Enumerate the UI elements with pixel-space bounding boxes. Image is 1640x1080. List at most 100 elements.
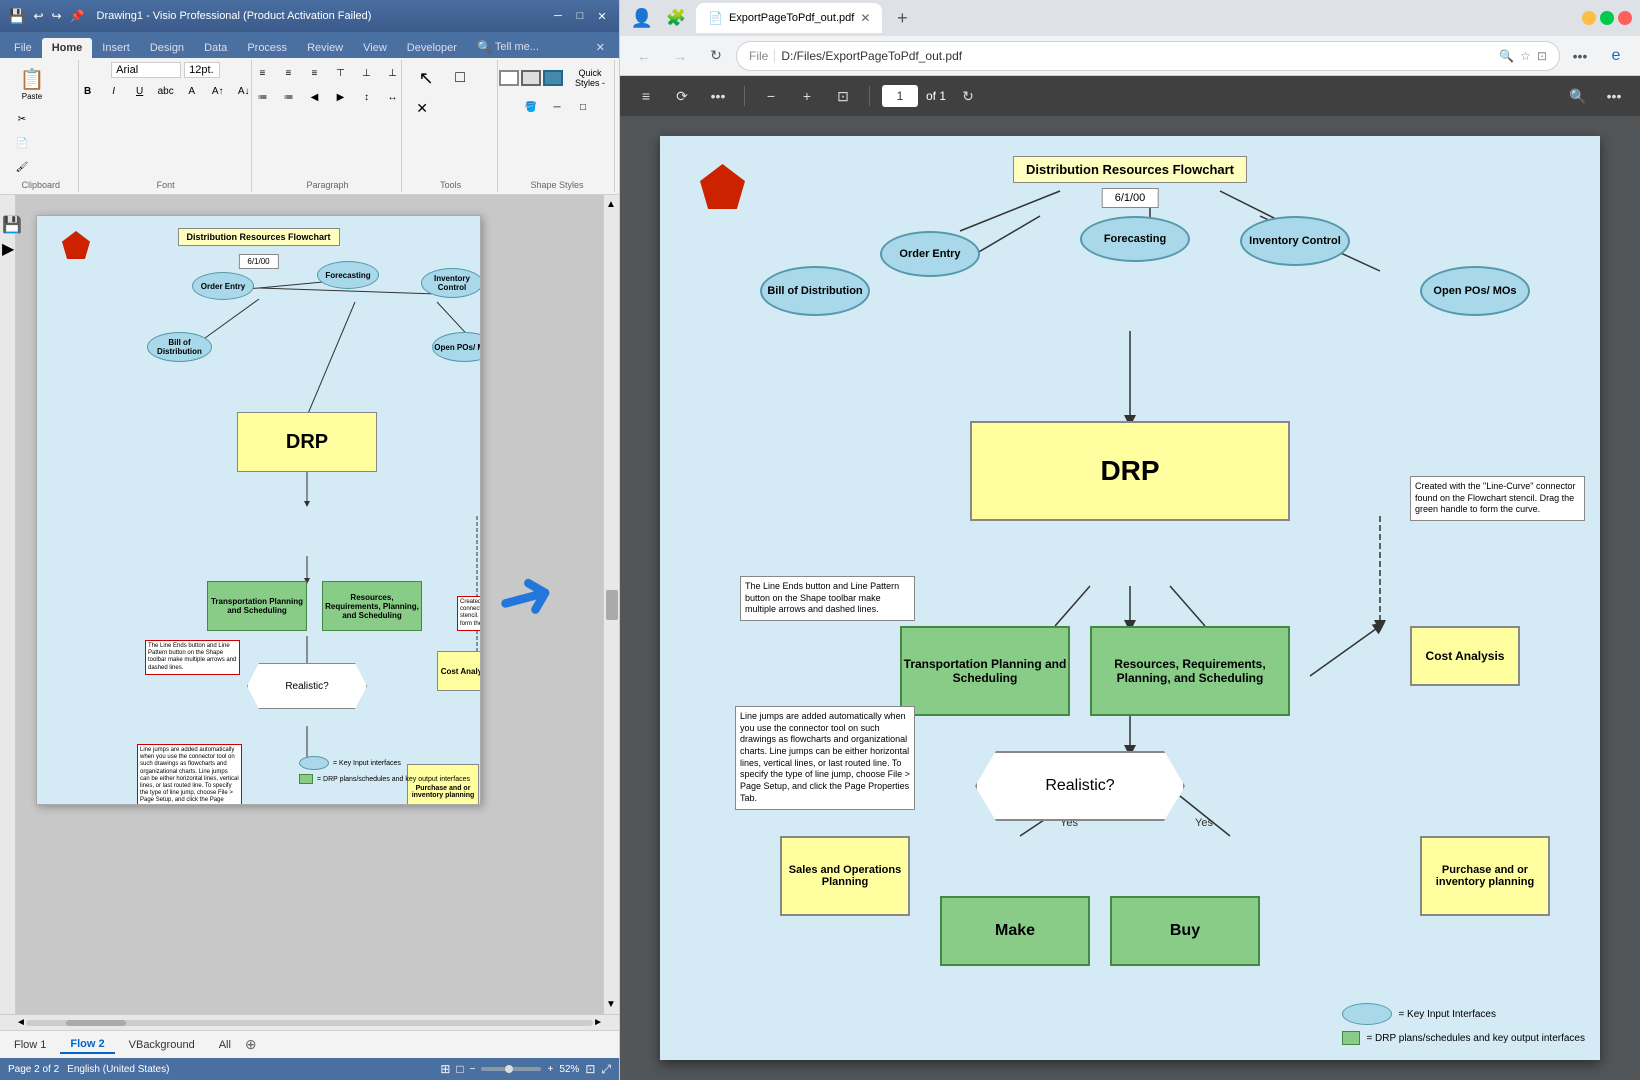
font-size-dropdown[interactable]: 12pt. bbox=[184, 62, 220, 78]
lg-resources[interactable]: Resources, Requirements, Planning, and S… bbox=[1090, 626, 1290, 716]
copy-button[interactable]: 📄 bbox=[10, 132, 34, 154]
vertical-scrollbar[interactable]: ▲ ▼ bbox=[603, 195, 619, 1014]
pdf-search-btn[interactable]: 🔍 bbox=[1564, 82, 1592, 110]
fullscreen-btn[interactable]: ⤢ bbox=[601, 1062, 611, 1077]
line-style[interactable]: ─ bbox=[545, 96, 569, 118]
scroll-left[interactable]: ◄ bbox=[16, 1017, 26, 1028]
lg-buy[interactable]: Buy bbox=[1110, 896, 1260, 966]
pin-icon[interactable]: 📌 bbox=[70, 9, 85, 23]
pdf-more2-btn[interactable]: ••• bbox=[1600, 82, 1628, 110]
bookmark-icon[interactable]: ☆ bbox=[1520, 49, 1531, 63]
tab-home[interactable]: Home bbox=[42, 38, 93, 58]
strikethrough-button[interactable]: abc bbox=[154, 80, 178, 102]
align-center[interactable]: ≡ bbox=[276, 62, 300, 84]
lg-purchase[interactable]: Purchase and or inventory planning bbox=[1420, 836, 1550, 916]
pointer-tool[interactable]: ↖ bbox=[410, 62, 442, 94]
pdf-rotate-btn[interactable]: ⟳ bbox=[668, 82, 696, 110]
numbering[interactable]: ≔ bbox=[276, 86, 300, 108]
scroll-up[interactable]: ▲ bbox=[606, 199, 616, 210]
zoom-icon[interactable]: 🔍 bbox=[1499, 49, 1514, 63]
fit-page-btn[interactable]: ⊡ bbox=[585, 1062, 595, 1076]
bill-distribution-node[interactable]: Bill of Distribution bbox=[147, 332, 212, 362]
font-color-button[interactable]: A bbox=[180, 80, 204, 102]
lg-order-entry[interactable]: Order Entry bbox=[880, 231, 980, 277]
paste-button[interactable]: 📋 Paste bbox=[10, 62, 54, 106]
scroll-down[interactable]: ▼ bbox=[606, 999, 616, 1010]
align-left[interactable]: ≡ bbox=[250, 62, 274, 84]
quick-styles-button[interactable]: Quick Styles - bbox=[565, 62, 615, 94]
layout-icon[interactable]: ⊞ bbox=[440, 1062, 450, 1076]
eraser-tool[interactable]: ✕ bbox=[410, 96, 434, 120]
pdf-rotate2-btn[interactable]: ↻ bbox=[954, 82, 982, 110]
tab-review[interactable]: Review bbox=[297, 38, 353, 58]
win-maximize[interactable] bbox=[1600, 11, 1614, 25]
zoom-out-btn[interactable]: − bbox=[470, 1064, 476, 1075]
zoom-slider[interactable] bbox=[481, 1067, 541, 1071]
close-button[interactable]: ✕ bbox=[593, 7, 611, 25]
underline-button[interactable]: U bbox=[128, 80, 152, 102]
normal-view-icon[interactable]: □ bbox=[456, 1062, 463, 1076]
pdf-more-btn[interactable]: ••• bbox=[704, 82, 732, 110]
style-sample-2[interactable] bbox=[521, 70, 541, 86]
horizontal-scrollbar[interactable]: ◄ ► bbox=[0, 1014, 619, 1030]
scroll-h-thumb[interactable] bbox=[66, 1020, 126, 1026]
format-painter[interactable]: 🖌 bbox=[10, 156, 34, 178]
lg-realistic[interactable]: Realistic? bbox=[975, 751, 1185, 821]
add-tab[interactable]: ⊕ bbox=[245, 1036, 257, 1053]
fill-button[interactable]: 🪣 bbox=[519, 96, 543, 118]
forecasting-node[interactable]: Forecasting bbox=[317, 261, 379, 289]
align-middle[interactable]: ⊥ bbox=[354, 62, 378, 84]
tab-design[interactable]: Design bbox=[140, 38, 194, 58]
font-name-dropdown[interactable]: Arial bbox=[111, 62, 181, 78]
refresh-btn[interactable]: ↻ bbox=[700, 40, 732, 72]
new-tab-btn[interactable]: + bbox=[888, 4, 916, 32]
back-btn[interactable]: ← bbox=[628, 40, 660, 72]
reader-mode-icon[interactable]: ⊡ bbox=[1537, 49, 1547, 63]
transport-planning-node[interactable]: Transportation Planning and Scheduling bbox=[207, 581, 307, 631]
undo-icon[interactable]: ↩ bbox=[33, 9, 43, 23]
more-options[interactable]: ••• bbox=[1564, 40, 1596, 72]
tab-file[interactable]: File bbox=[4, 38, 42, 58]
add-shape-icon[interactable]: ▶ bbox=[2, 239, 14, 259]
browser-profile[interactable]: 👤 bbox=[628, 4, 656, 32]
tab-flow1[interactable]: Flow 1 bbox=[4, 1037, 56, 1053]
tab-flow2[interactable]: Flow 2 bbox=[60, 1036, 114, 1054]
style-sample-3[interactable] bbox=[543, 70, 563, 86]
lg-sales[interactable]: Sales and Operations Planning bbox=[780, 836, 910, 916]
visio-diagram-page[interactable]: Yes Yes Distribution Resources Flowchart… bbox=[36, 215, 481, 805]
align-bottom[interactable]: ⊥ bbox=[380, 62, 404, 84]
lg-forecasting[interactable]: Forecasting bbox=[1080, 216, 1190, 262]
align-right[interactable]: ≡ bbox=[302, 62, 326, 84]
redo-icon[interactable]: ↪ bbox=[52, 9, 62, 23]
tab-process[interactable]: Process bbox=[237, 38, 297, 58]
drp-node[interactable]: DRP bbox=[237, 412, 377, 472]
zoom-slider-thumb[interactable] bbox=[505, 1065, 513, 1073]
align-top[interactable]: ⊤ bbox=[328, 62, 352, 84]
resources-node[interactable]: Resources, Requirements, Planning, and S… bbox=[322, 581, 422, 631]
text-dir[interactable]: ↕ bbox=[354, 86, 378, 108]
tab-data[interactable]: Data bbox=[194, 38, 237, 58]
indent-inc[interactable]: ▶ bbox=[328, 86, 352, 108]
tab-close-btn[interactable]: ✕ bbox=[860, 11, 870, 25]
lg-make[interactable]: Make bbox=[940, 896, 1090, 966]
edge-icon[interactable]: e bbox=[1600, 40, 1632, 72]
minimize-button[interactable]: ─ bbox=[549, 7, 567, 25]
increase-font[interactable]: A↑ bbox=[206, 80, 230, 102]
save-icon[interactable]: 💾 bbox=[8, 8, 25, 25]
lg-drp[interactable]: DRP bbox=[970, 421, 1290, 521]
style-sample-1[interactable] bbox=[499, 70, 519, 86]
tab-tell-me[interactable]: 🔍 Tell me... bbox=[467, 36, 549, 58]
scroll-right[interactable]: ► bbox=[593, 1017, 603, 1028]
shape-tool[interactable]: □ bbox=[444, 62, 476, 94]
bidi[interactable]: ↔ bbox=[380, 86, 404, 108]
lg-cost-analysis[interactable]: Cost Analysis bbox=[1410, 626, 1520, 686]
cut-button[interactable]: ✂ bbox=[10, 108, 34, 130]
shadow[interactable]: □ bbox=[571, 96, 595, 118]
bold-button[interactable]: B bbox=[76, 80, 100, 102]
pdf-fit-btn[interactable]: ⊡ bbox=[829, 82, 857, 110]
close-ribbon[interactable]: ✕ bbox=[586, 37, 615, 58]
indent-dec[interactable]: ◀ bbox=[302, 86, 326, 108]
inventory-control-node[interactable]: Inventory Control bbox=[421, 268, 481, 298]
order-entry-node[interactable]: Order Entry bbox=[192, 272, 254, 300]
maximize-button[interactable]: □ bbox=[571, 7, 589, 25]
